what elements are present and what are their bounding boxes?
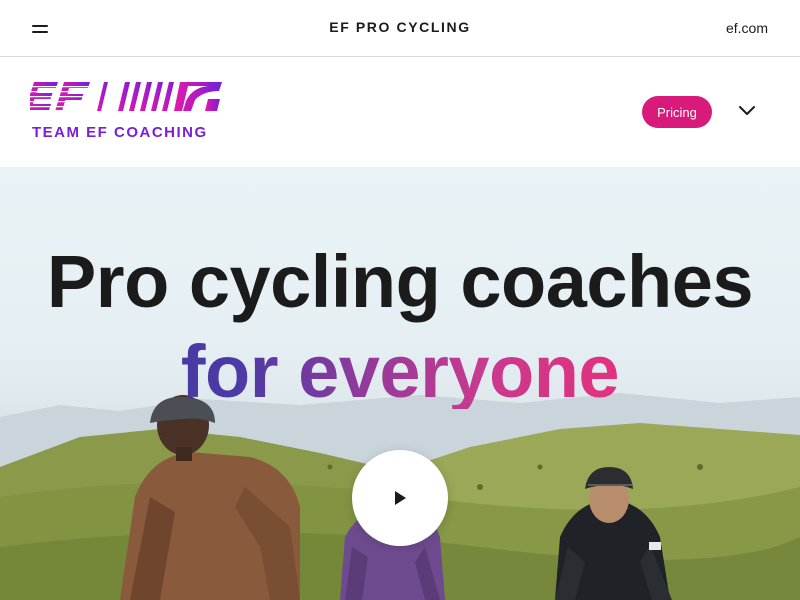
ef-logo-mark-icon: [22, 82, 222, 111]
pricing-button[interactable]: Pricing: [642, 96, 712, 128]
sub-header: TEAM EF COACHING Pricing: [0, 57, 800, 167]
logo-wordmark: TEAM EF COACHING: [32, 124, 208, 141]
play-video-button[interactable]: [352, 450, 448, 546]
top-bar: EF PRO CYCLING ef.com: [0, 0, 800, 57]
hero-subheadline: for everyone: [0, 335, 800, 409]
brand-title: EF PRO CYCLING: [329, 19, 471, 35]
play-icon: [395, 491, 406, 505]
rider-right: [555, 467, 672, 600]
hero-section: Pro cycling coaches for everyone: [0, 167, 800, 600]
ef-com-link[interactable]: ef.com: [726, 20, 768, 36]
chevron-down-icon[interactable]: [738, 104, 756, 116]
team-ef-coaching-logo[interactable]: TEAM EF COACHING: [22, 79, 230, 143]
hero-headline: Pro cycling coaches: [46, 240, 754, 323]
rider-left: [120, 395, 300, 600]
